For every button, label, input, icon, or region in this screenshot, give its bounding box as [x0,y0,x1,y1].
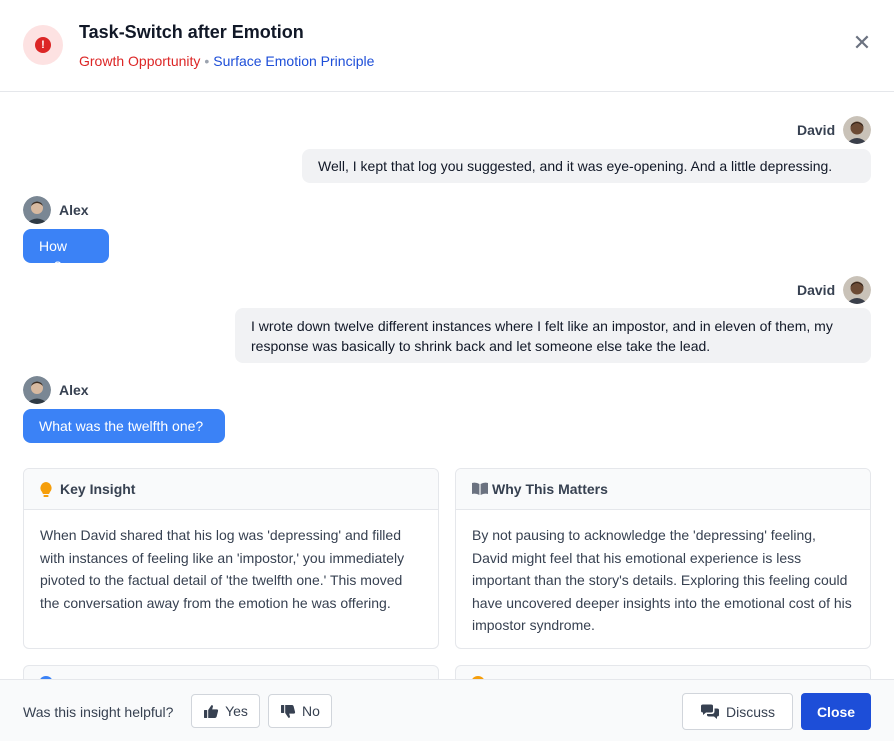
discuss-label: Discuss [725,703,775,720]
no-button[interactable]: No [268,694,332,728]
modal-footer: Was this insight helpful? Yes No Discuss… [0,679,894,741]
yes-label: Yes [225,703,248,719]
modal-subtitle: Growth Opportunity • Surface Emotion Princ… [79,53,374,69]
avatar-alex [23,376,51,404]
no-label: No [302,703,320,719]
comments-icon [700,704,720,720]
card-header: Key Insight [24,469,438,510]
next-card [23,665,439,679]
speaker-name: Alex [59,382,89,398]
card-header: Why This Matters [456,469,870,510]
feedback-question: Was this insight helpful? [23,704,174,720]
card-body: When David shared that his log was 'depr… [40,527,405,611]
close-icon[interactable]: ✕ [852,32,872,54]
message-bubble: Well, I kept that log you suggested, and… [302,149,871,183]
speaker-name: Alex [59,202,89,218]
card-title: Key Insight [60,481,136,497]
avatar-alex [23,196,51,224]
message-bubble: How so? [23,229,109,274]
conversation-panel[interactable]: David Well, I kept that log you suggeste… [0,92,894,679]
thumbs-up-icon [203,704,219,719]
message-bubble: I wrote down twelve different instances … [235,308,871,363]
card-body: By not pausing to acknowledge the 'depre… [472,527,852,633]
lightbulb-icon [39,481,55,499]
insight-modal: ! Task-Switch after Emotion Growth Oppor… [0,0,894,741]
yes-button[interactable]: Yes [191,694,260,728]
category-label: Growth Opportunity [79,53,201,69]
book-open-icon [471,481,488,499]
next-card [455,665,871,679]
modal-title: Task-Switch after Emotion [79,22,304,42]
avatar-david [843,276,871,304]
key-insight-card: Key Insight When David shared that his l… [23,468,439,649]
thumbs-down-icon [280,704,296,719]
modal-header: ! Task-Switch after Emotion Growth Oppor… [0,0,894,92]
why-this-matters-card: Why This Matters By not pausing to ackno… [455,468,871,649]
speaker-name: David [797,122,836,138]
discuss-button[interactable]: Discuss [682,693,793,730]
speaker-name: David [797,282,836,298]
exclamation-circle-icon: ! [23,25,63,65]
subtitle-separator: • [204,53,210,69]
avatar-david [843,116,871,144]
message-bubble: What was the twelfth one? [23,409,225,443]
close-button[interactable]: Close [801,693,871,730]
principle-link[interactable]: Surface Emotion Principle [213,53,374,69]
card-title: Why This Matters [492,481,608,497]
